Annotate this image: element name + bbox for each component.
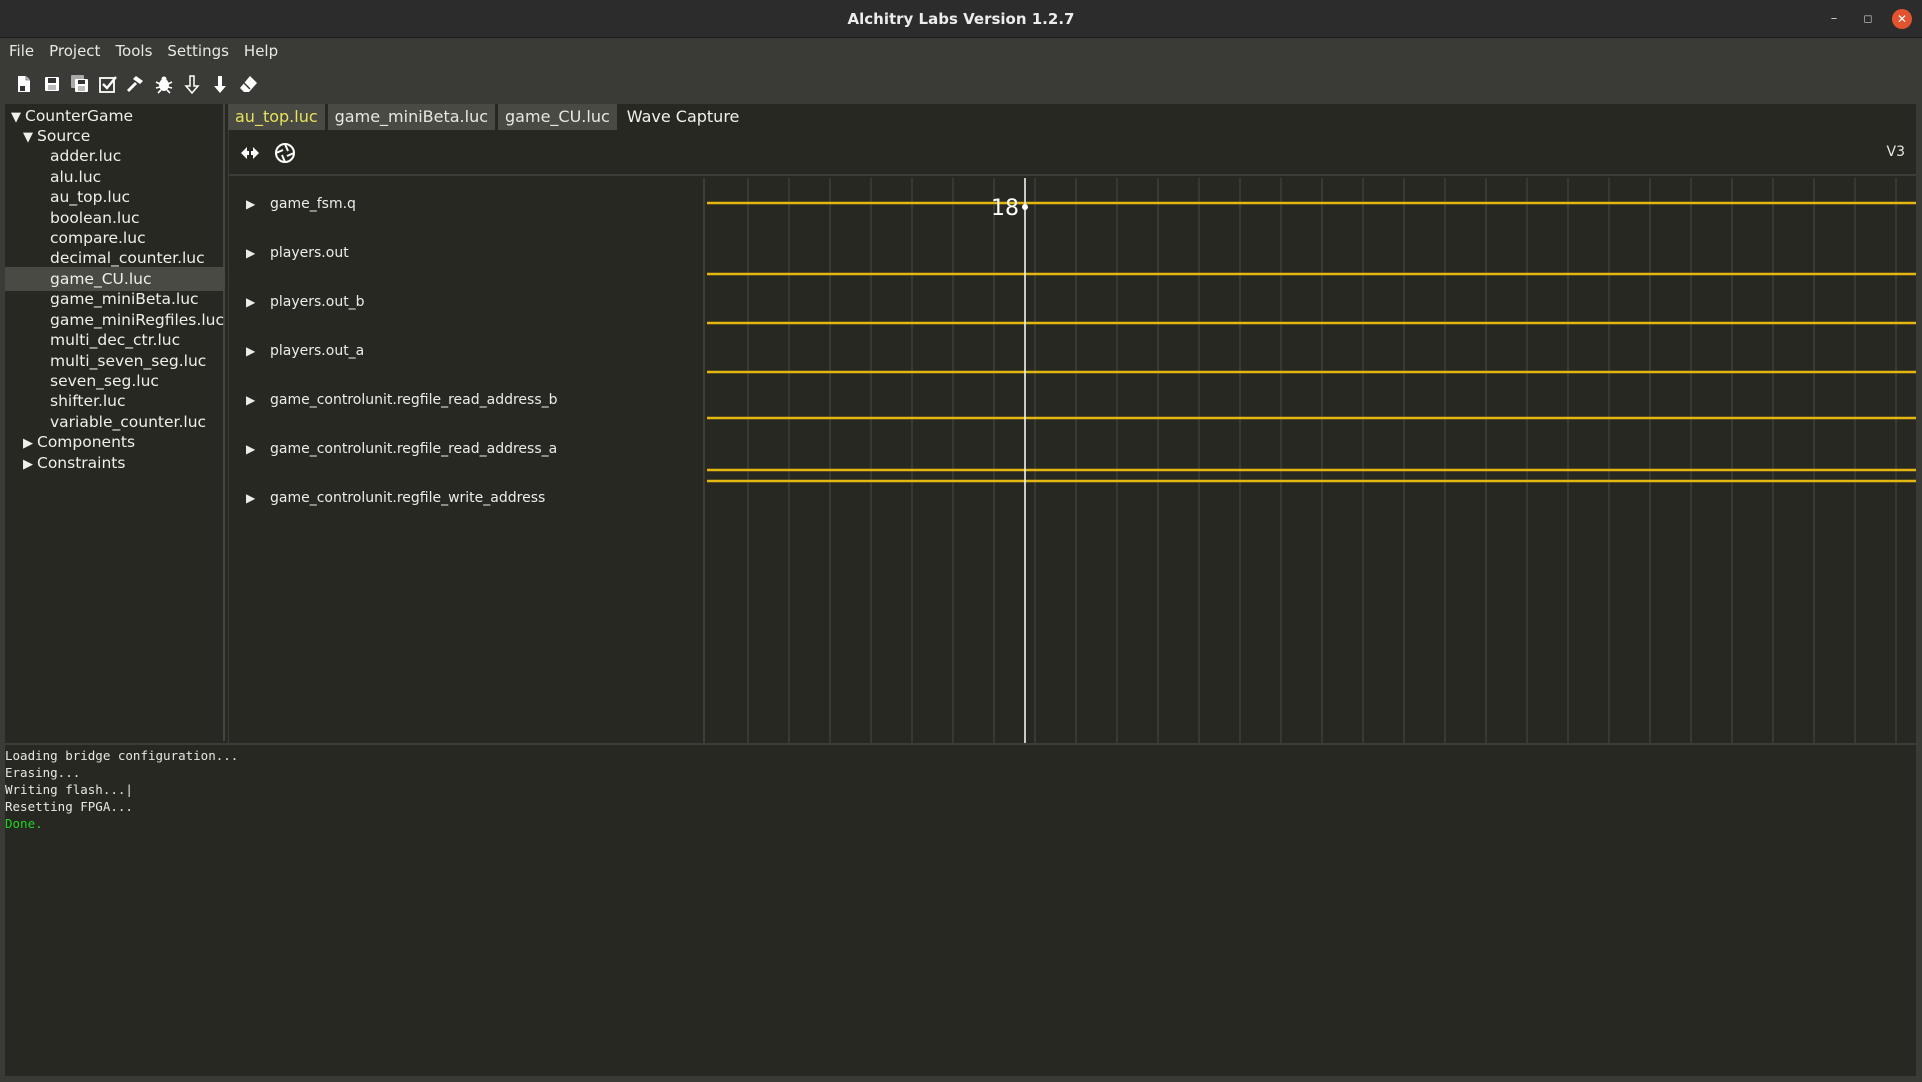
tab-game-minibeta[interactable]: game_miniBeta.luc: [327, 104, 496, 130]
waveform-canvas[interactable]: 18: [707, 178, 1917, 743]
console-line: Erasing...: [5, 765, 81, 780]
signal-row[interactable]: ▶ game_controlunit.regfile_read_address_a: [246, 439, 557, 459]
console-line-success: Done.: [5, 816, 43, 831]
signal-name: game_controlunit.regfile_read_address_b: [270, 392, 558, 408]
tab-wave-capture[interactable]: Wave Capture: [619, 104, 762, 130]
wave-toolbar: V3: [229, 130, 1917, 176]
tab-game-cu[interactable]: game_CU.luc: [498, 104, 617, 130]
load-ram-arrow-icon[interactable]: [178, 70, 206, 98]
minimize-button[interactable]: –: [1824, 9, 1844, 29]
save-icon[interactable]: [38, 70, 66, 98]
console-line: Writing flash...|: [5, 782, 133, 797]
grid-lines: [747, 178, 1897, 743]
menu-help[interactable]: Help: [244, 42, 278, 60]
source-folder-label: Source: [37, 127, 91, 145]
menu-project[interactable]: Project: [49, 42, 100, 60]
signal-row[interactable]: ▶ game_fsm.q: [246, 194, 356, 214]
menu-settings[interactable]: Settings: [167, 42, 229, 60]
expand-arrow-icon[interactable]: ▶: [246, 292, 270, 312]
toolbar: [0, 64, 1922, 104]
signal-name: game_controlunit.regfile_read_address_a: [270, 441, 558, 457]
constraints-label: Constraints: [37, 454, 126, 472]
waveform-area[interactable]: 18: [707, 178, 1917, 743]
console-output[interactable]: Loading bridge configuration... Erasing.…: [5, 743, 1916, 1076]
menu-tools[interactable]: Tools: [115, 42, 152, 60]
device-version-label: V3: [1886, 144, 1905, 160]
tab-au-top[interactable]: au_top.luc: [228, 104, 325, 130]
expand-arrow-icon[interactable]: ▶: [246, 243, 270, 263]
window-frame-left: [0, 104, 5, 1076]
title-bar: Alchitry Labs Version 1.2.7 – ◻ ✕: [0, 0, 1922, 38]
arm-trigger-icon[interactable]: [239, 142, 261, 164]
signal-name: players.out_b: [270, 294, 365, 310]
check-icon[interactable]: [94, 70, 122, 98]
cursor-marker: [1022, 204, 1028, 210]
window-frame-bottom: [0, 1076, 1922, 1082]
wave-capture-panel: V3 ▶ game_fsm.q ▶ players.out ▶ players.out…: [228, 130, 1917, 743]
erase-eraser-icon[interactable]: [234, 70, 262, 98]
signal-row[interactable]: ▶ players.out_a: [246, 341, 364, 361]
signal-name: game_fsm.q: [270, 196, 356, 212]
project-tree: ▼ CounterGame ▼ Source adder.luc alu.luc a…: [5, 104, 225, 741]
build-hammer-icon[interactable]: [122, 70, 150, 98]
debug-bug-icon[interactable]: [150, 70, 178, 98]
expand-arrow-icon[interactable]: ▶: [246, 439, 270, 459]
close-button[interactable]: ✕: [1892, 9, 1912, 29]
project-name: CounterGame: [25, 107, 134, 125]
signal-name: players.out_a: [270, 343, 365, 359]
capture-shutter-icon[interactable]: [274, 142, 296, 164]
components-label: Components: [37, 433, 136, 451]
signal-name: game_controlunit.regfile_write_address: [270, 490, 546, 506]
window-title: Alchitry Labs Version 1.2.7: [847, 10, 1075, 28]
signal-row[interactable]: ▶ players.out: [246, 243, 349, 263]
new-file-icon[interactable]: [10, 70, 38, 98]
cursor-value-label: 18: [991, 196, 1019, 221]
expand-arrow-icon[interactable]: ▶: [246, 390, 270, 410]
expand-arrow-icon[interactable]: ▶: [246, 194, 270, 214]
signal-name: players.out: [270, 245, 349, 261]
signal-traces: [707, 201, 1917, 483]
menu-file[interactable]: File: [9, 42, 34, 60]
signal-row[interactable]: ▶ game_controlunit.regfile_write_address: [246, 488, 545, 508]
console-line: Resetting FPGA...: [5, 799, 133, 814]
signal-list: ▶ game_fsm.q ▶ players.out ▶ players.out_b …: [229, 178, 705, 743]
editor-tabs: au_top.luc game_miniBeta.luc game_CU.luc…: [228, 104, 764, 130]
save-all-icon[interactable]: [66, 70, 94, 98]
console-line: Loading bridge configuration...: [5, 748, 239, 763]
signal-row[interactable]: ▶ game_controlunit.regfile_read_address_b: [246, 390, 558, 410]
signal-row[interactable]: ▶ players.out_b: [246, 292, 365, 312]
menu-bar: File Project Tools Settings Help: [0, 38, 1922, 64]
maximize-button[interactable]: ◻: [1858, 9, 1878, 29]
tree-constraints-folder[interactable]: ▶ Constraints: [5, 451, 225, 475]
expand-arrow-icon[interactable]: ▶: [246, 488, 270, 508]
collapsed-triangle-icon[interactable]: ▶: [23, 453, 37, 477]
window-frame-right: [1916, 104, 1922, 1076]
load-flash-arrow-icon[interactable]: [206, 70, 234, 98]
expand-arrow-icon[interactable]: ▶: [246, 341, 270, 361]
